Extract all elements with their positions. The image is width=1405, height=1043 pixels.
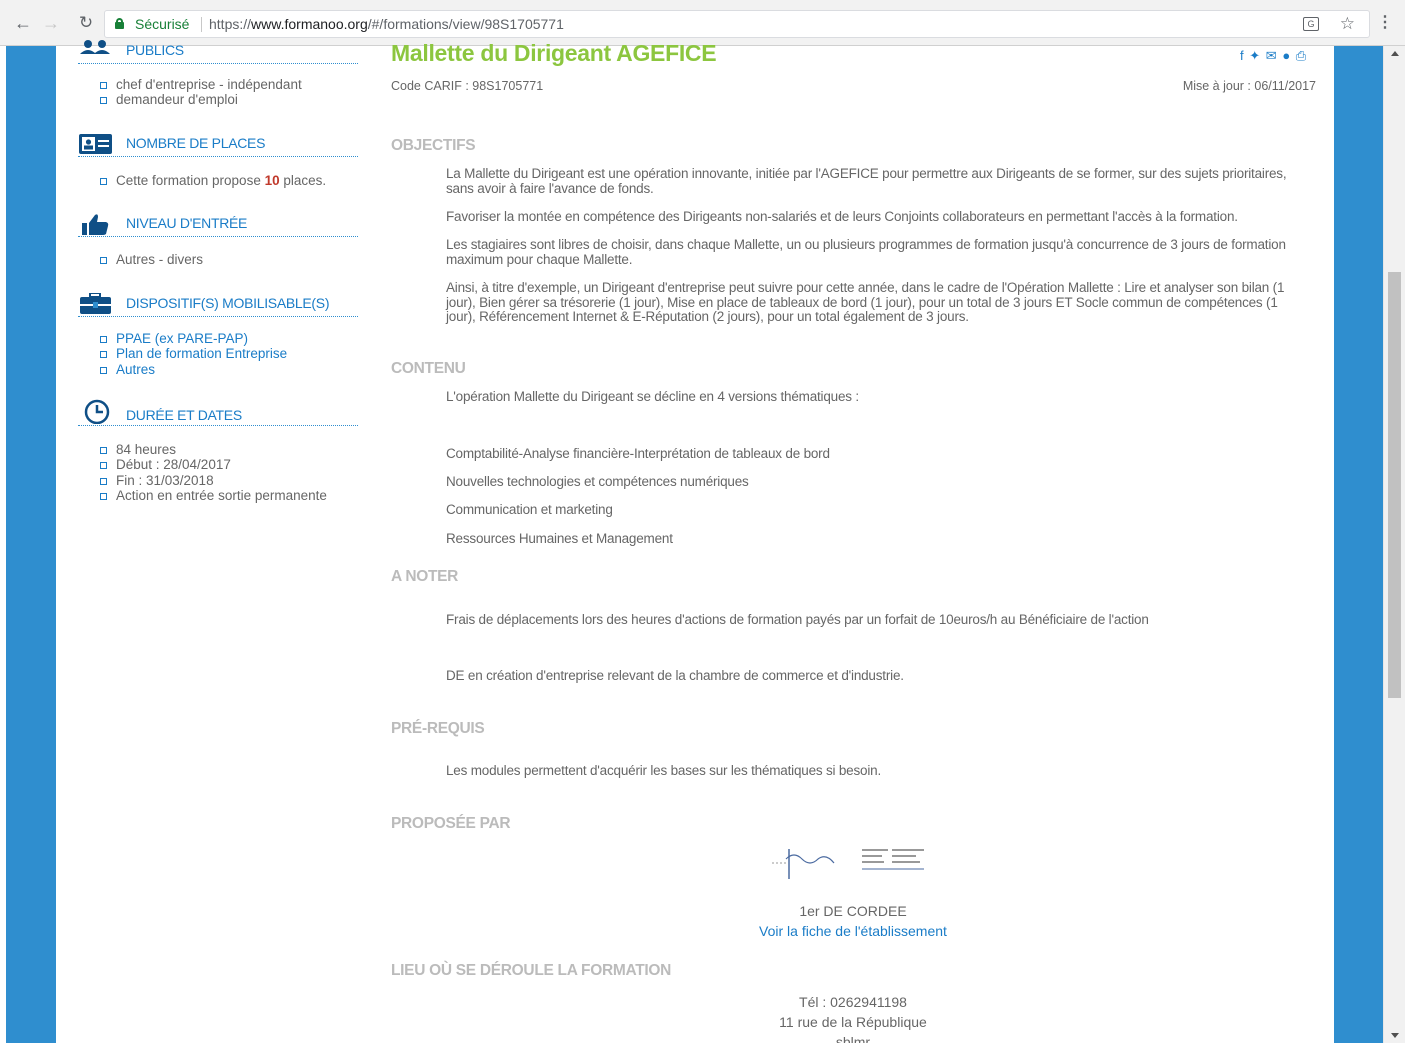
section-title: NIVEAU D'ENTRÉE: [126, 215, 248, 231]
list-item: Autres - divers: [100, 252, 203, 267]
bookmark-star-icon[interactable]: ☆: [1340, 11, 1355, 37]
scroll-up-arrow-icon[interactable]: [1391, 51, 1399, 56]
contenu-item: Comptabilité-Analyse financière-Interpré…: [446, 446, 830, 461]
note-paragraph: DE en création d'entreprise relevant de …: [446, 668, 904, 683]
section-duree: DURÉE ET DATES: [78, 399, 358, 426]
section-title: DISPOSITIF(S) MOBILISABLE(S): [126, 295, 330, 311]
dispositif-link[interactable]: PPAE (ex PARE-PAP): [100, 331, 287, 346]
list-item: chef d'entreprise - indépendant: [100, 77, 302, 92]
dispositifs-list: PPAE (ex PARE-PAP) Plan de formation Ent…: [100, 331, 287, 377]
browser-menu-icon[interactable]: ⋮: [1377, 12, 1393, 34]
section-title: PUBLICS: [126, 42, 184, 58]
note-paragraph: Frais de déplacements lors des heures d'…: [446, 612, 1149, 627]
dispositif-link[interactable]: Plan de formation Entreprise: [100, 346, 287, 361]
objectif-paragraph: Ainsi, à titre d'exemple, un Dirigeant d…: [446, 280, 1285, 324]
email-icon[interactable]: ✉: [1266, 48, 1277, 63]
organization-logo: [772, 849, 924, 879]
places-list: Cette formation propose 10 places.: [100, 173, 326, 188]
publics-list: chef d'entreprise - indépendant demandeu…: [100, 77, 302, 108]
duree-list: 84 heures Début : 28/04/2017 Fin : 31/03…: [100, 442, 327, 504]
list-item: 84 heures: [100, 442, 327, 457]
list-item: Début : 28/04/2017: [100, 457, 327, 472]
heading-lieu: LIEU OÙ SE DÉROULE LA FORMATION: [391, 962, 672, 979]
thumbs-up-icon: [82, 214, 109, 235]
contenu-item: Nouvelles technologies et compétences nu…: [446, 474, 749, 489]
address-bar[interactable]: Sécurisé https://www.formanoo.org/#/form…: [104, 10, 1370, 38]
reload-icon[interactable]: ↻: [75, 12, 97, 34]
organization-link[interactable]: Voir la fiche de l'établissement: [553, 923, 1153, 939]
niveau-list: Autres - divers: [100, 252, 203, 267]
facebook-icon[interactable]: f: [1240, 48, 1244, 63]
share-toolbar: f ✦ ✉ ● ⎙: [1240, 48, 1308, 64]
list-item: demandeur d'emploi: [100, 92, 302, 107]
list-item: Fin : 31/03/2018: [100, 473, 327, 488]
briefcase-icon: [80, 293, 111, 314]
share-circle-icon[interactable]: ●: [1282, 48, 1290, 63]
heading-contenu: CONTENU: [391, 360, 466, 377]
section-title: NOMBRE DE PLACES: [126, 135, 266, 151]
dispositif-link[interactable]: Autres: [100, 362, 287, 377]
section-niveau: NIVEAU D'ENTRÉE: [78, 213, 358, 237]
contenu-intro: L'opération Mallette du Dirigeant se déc…: [446, 389, 859, 404]
contenu-item: Ressources Humaines et Management: [446, 531, 673, 546]
organization-name: 1er DE CORDEE: [799, 903, 907, 919]
heading-a-noter: A NOTER: [391, 568, 459, 585]
right-frame-band: [1334, 46, 1383, 1043]
secure-label: Sécurisé: [135, 16, 190, 32]
heading-prerequis: PRÉ-REQUIS: [391, 720, 485, 737]
places-count: 10: [264, 173, 280, 188]
heading-objectifs: OBJECTIFS: [391, 137, 476, 154]
scroll-down-arrow-icon[interactable]: [1391, 1033, 1399, 1038]
objectif-paragraph: La Mallette du Dirigeant est une opérati…: [446, 166, 1287, 196]
users-icon: [80, 40, 110, 54]
update-date: Mise à jour : 06/11/2017: [1182, 79, 1316, 93]
left-frame-band: [6, 46, 56, 1043]
lock-icon: [115, 18, 124, 29]
lieu-city: sblmr: [835, 1034, 871, 1043]
objectif-paragraph: Favoriser la montée en compétence des Di…: [446, 209, 1238, 224]
lieu-address: 11 rue de la République: [779, 1014, 927, 1030]
code-carif: Code CARIF : 98S1705771: [391, 79, 544, 93]
vertical-scrollbar[interactable]: [1383, 46, 1405, 1043]
section-dispositifs: DISPOSITIF(S) MOBILISABLE(S): [78, 293, 358, 317]
prerequis-text: Les modules permettent d'acquérir les ba…: [446, 763, 882, 778]
heading-proposee: PROPOSÉE PAR: [391, 815, 511, 832]
clock-icon: [84, 399, 110, 424]
forward-arrow-icon[interactable]: →: [40, 12, 62, 34]
contenu-item: Communication et marketing: [446, 502, 613, 517]
section-places: NOMBRE DE PLACES: [78, 133, 358, 157]
twitter-icon[interactable]: ✦: [1249, 48, 1260, 63]
objectif-paragraph: Les stagiaires sont libres de choisir, d…: [446, 237, 1286, 267]
id-card-icon: [79, 134, 112, 154]
print-icon[interactable]: ⎙: [1296, 48, 1306, 63]
section-title: DURÉE ET DATES: [126, 407, 242, 423]
section-publics: PUBLICS: [78, 40, 358, 64]
translate-icon[interactable]: G: [1303, 17, 1319, 31]
url-text[interactable]: https://www.formanoo.org/#/formations/vi…: [209, 11, 564, 37]
list-item: Action en entrée sortie permanente: [100, 488, 327, 503]
list-item: Cette formation propose 10 places.: [100, 173, 326, 188]
page-title: Mallette du Dirigeant AGEFICE: [391, 40, 717, 66]
lieu-phone: Tél : 0262941198: [799, 994, 907, 1010]
scroll-thumb[interactable]: [1388, 272, 1401, 698]
back-arrow-icon[interactable]: ←: [12, 12, 34, 34]
